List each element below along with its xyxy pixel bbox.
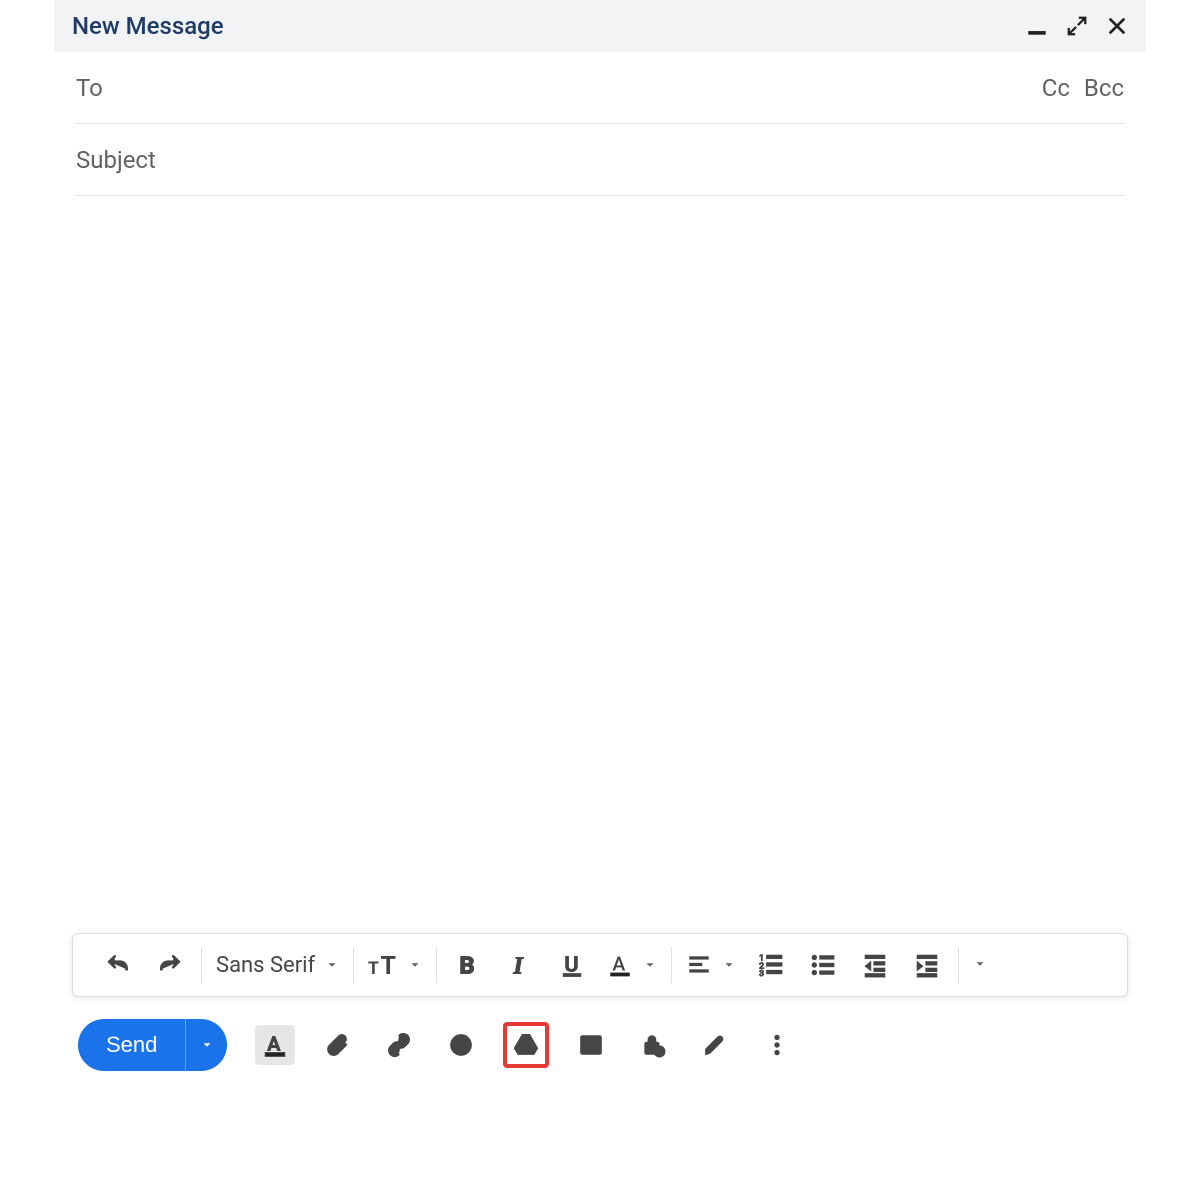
indent-more-button[interactable] xyxy=(910,945,944,985)
image-icon xyxy=(578,1032,604,1058)
compose-action-bar: Send A xyxy=(54,997,1146,1092)
text-color-button[interactable]: A xyxy=(607,952,657,978)
indent-less-button[interactable] xyxy=(858,945,892,985)
drive-icon xyxy=(513,1032,539,1058)
font-size-icon: TT xyxy=(368,950,398,980)
close-button[interactable] xyxy=(1106,15,1128,37)
chevron-down-icon xyxy=(408,953,422,978)
svg-text:A: A xyxy=(268,1032,281,1055)
italic-button[interactable]: I xyxy=(503,945,537,985)
svg-text:3: 3 xyxy=(759,969,764,978)
chevron-down-icon xyxy=(200,1038,214,1052)
formatting-toolbar: Sans Serif TT B I U A xyxy=(72,933,1128,997)
align-button[interactable] xyxy=(686,952,736,978)
minimize-button[interactable] xyxy=(1026,15,1048,37)
compose-tool-icons: A xyxy=(255,1022,797,1068)
header-window-controls xyxy=(1026,15,1128,37)
svg-text:T: T xyxy=(368,959,379,979)
compose-header: New Message xyxy=(54,0,1146,52)
compose-fields: To Cc Bcc Subject xyxy=(54,52,1146,196)
paperclip-icon xyxy=(324,1032,350,1058)
compose-title: New Message xyxy=(72,12,224,40)
underline-button[interactable]: U xyxy=(555,945,589,985)
to-row[interactable]: To Cc Bcc xyxy=(76,52,1124,124)
redo-icon xyxy=(157,952,183,978)
send-button-group: Send xyxy=(78,1019,227,1071)
bold-icon: B xyxy=(455,952,481,978)
chevron-down-icon xyxy=(325,953,339,978)
message-body[interactable] xyxy=(54,196,1146,896)
pen-icon xyxy=(702,1032,728,1058)
emoji-icon xyxy=(448,1032,474,1058)
font-selector[interactable]: Sans Serif xyxy=(216,953,339,978)
underline-icon: U xyxy=(559,952,585,978)
text-format-icon: A xyxy=(262,1032,288,1058)
insert-link-button[interactable] xyxy=(379,1025,419,1065)
svg-text:I: I xyxy=(513,954,524,978)
numbered-list-icon: 123 xyxy=(758,952,784,978)
bcc-button[interactable]: Bcc xyxy=(1084,74,1124,102)
subject-placeholder: Subject xyxy=(76,146,156,174)
insert-drive-file-button[interactable] xyxy=(503,1022,549,1068)
svg-text:T: T xyxy=(381,952,397,980)
to-label: To xyxy=(76,74,103,102)
font-name: Sans Serif xyxy=(216,953,315,978)
svg-text:B: B xyxy=(460,952,475,978)
attach-file-button[interactable] xyxy=(317,1025,357,1065)
bulleted-list-button[interactable] xyxy=(806,945,840,985)
insert-emoji-button[interactable] xyxy=(441,1025,481,1065)
subject-row[interactable]: Subject xyxy=(76,124,1124,196)
send-options-button[interactable] xyxy=(185,1019,227,1071)
link-icon xyxy=(386,1032,412,1058)
svg-text:A: A xyxy=(613,952,626,975)
confidential-mode-button[interactable] xyxy=(633,1025,673,1065)
more-options-button[interactable] xyxy=(757,1025,797,1065)
minimize-icon xyxy=(1026,15,1048,37)
italic-icon: I xyxy=(507,952,533,978)
font-size-button[interactable]: TT xyxy=(368,950,422,980)
bulleted-list-icon xyxy=(810,952,836,978)
undo-icon xyxy=(105,952,131,978)
fullscreen-button[interactable] xyxy=(1066,15,1088,37)
text-color-icon: A xyxy=(607,952,633,978)
more-formatting-button[interactable] xyxy=(973,956,987,975)
cc-button[interactable]: Cc xyxy=(1042,74,1070,102)
more-vert-icon xyxy=(764,1032,790,1058)
indent-more-icon xyxy=(914,952,940,978)
align-left-icon xyxy=(686,952,712,978)
chevron-down-icon xyxy=(722,953,736,978)
undo-button[interactable] xyxy=(101,945,135,985)
fullscreen-icon xyxy=(1066,15,1088,37)
insert-signature-button[interactable] xyxy=(695,1025,735,1065)
lock-clock-icon xyxy=(640,1032,666,1058)
bold-button[interactable]: B xyxy=(451,945,485,985)
close-icon xyxy=(1106,15,1128,37)
indent-less-icon xyxy=(862,952,888,978)
redo-button[interactable] xyxy=(153,945,187,985)
numbered-list-button[interactable]: 123 xyxy=(754,945,788,985)
toggle-formatting-button[interactable]: A xyxy=(255,1025,295,1065)
insert-image-button[interactable] xyxy=(571,1025,611,1065)
send-button[interactable]: Send xyxy=(78,1019,185,1071)
chevron-down-icon xyxy=(643,953,657,978)
